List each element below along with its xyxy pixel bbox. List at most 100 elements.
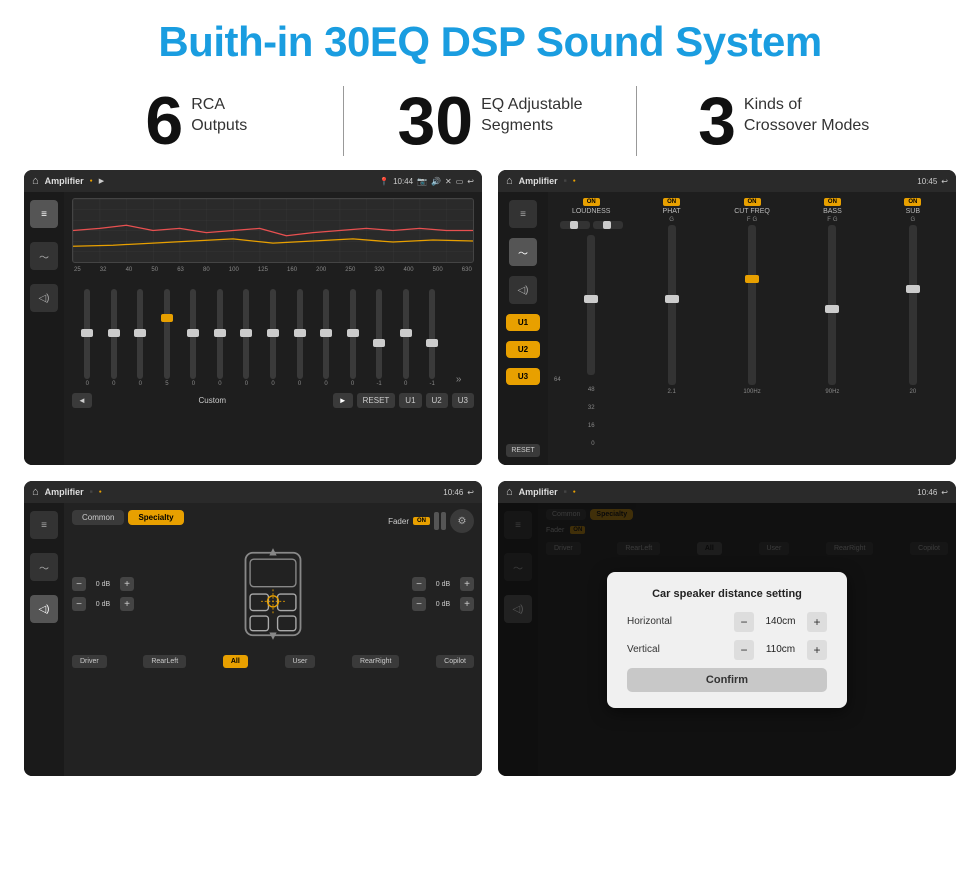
u2-btn[interactable]: U2 xyxy=(506,341,540,358)
eq-graph xyxy=(72,198,474,263)
plus-left2[interactable]: + xyxy=(120,597,134,611)
settings-icon-3[interactable]: ⚙ xyxy=(450,509,474,533)
btn-rearleft[interactable]: RearLeft xyxy=(143,655,186,668)
screen-dialog: ⌂ Amplifier ■ ● 10:46 ↩ ≡ 〜 ◁) Common Sp… xyxy=(498,481,956,776)
btn-driver[interactable]: Driver xyxy=(72,655,107,668)
eq-slider-6[interactable]: 0 xyxy=(233,289,260,387)
time-2: 10:45 xyxy=(917,177,937,186)
camera-icon-1: 📷 xyxy=(417,177,427,186)
time-1: 10:44 xyxy=(393,177,413,186)
topbar-dot2-3: ● xyxy=(99,489,102,495)
back-icon-2[interactable]: ↩ xyxy=(941,177,948,186)
eq-freq-labels: 253240506380100125160200250320400500630 xyxy=(72,267,474,273)
location-icon-1: 📍 xyxy=(379,177,389,186)
minus-left2[interactable]: − xyxy=(72,597,86,611)
screen2-content: ≡ 〜 ◁) U1 U2 U3 RESET ON LOUDNESS xyxy=(498,192,956,465)
tab-specialty[interactable]: Specialty xyxy=(128,510,183,525)
eq-slider-4[interactable]: 0 xyxy=(180,289,207,387)
dialog-horizontal-row: Horizontal − 140cm + xyxy=(627,612,827,632)
stat-divider-1 xyxy=(343,86,344,156)
screen-specialty: ⌂ Amplifier ■ ● 10:46 ↩ ≡ 〜 ◁) Common Sp… xyxy=(24,481,482,776)
s3-tabs: Common Specialty xyxy=(72,510,184,525)
eq-slider-7[interactable]: 0 xyxy=(260,289,287,387)
eq-u2-btn[interactable]: U2 xyxy=(426,393,448,408)
vertical-plus-btn[interactable]: + xyxy=(807,640,827,660)
wave-icon[interactable]: 〜 xyxy=(30,242,58,270)
ch-on-loudness[interactable]: ON xyxy=(583,198,600,206)
back-icon-4[interactable]: ↩ xyxy=(941,488,948,497)
eq-slider-0[interactable]: 0 xyxy=(74,289,101,387)
eq-icon-2[interactable]: ≡ xyxy=(509,200,537,228)
eq-slider-11[interactable]: -1 xyxy=(366,289,393,387)
btn-all[interactable]: All xyxy=(223,655,248,668)
eq-slider-9[interactable]: 0 xyxy=(313,289,340,387)
channel-phat: ON PHAT G 2.1 xyxy=(634,198,708,459)
ch-on-phat[interactable]: ON xyxy=(663,198,680,206)
eq-slider-3[interactable]: 5 xyxy=(154,289,181,387)
stat-divider-2 xyxy=(636,86,637,156)
eq-prev-btn[interactable]: ◄ xyxy=(72,393,92,408)
ch-on-sub[interactable]: ON xyxy=(904,198,921,206)
eq-u1-btn[interactable]: U1 xyxy=(399,393,421,408)
speaker-icon-2[interactable]: ◁) xyxy=(509,276,537,304)
tab-common[interactable]: Common xyxy=(72,510,124,525)
eq-icon-3[interactable]: ≡ xyxy=(30,511,58,539)
screen-amplifier: ⌂ Amplifier ■ ● 10:45 ↩ ≡ 〜 ◁) U1 U2 U3 … xyxy=(498,170,956,465)
eq-slider-12[interactable]: 0 xyxy=(392,289,419,387)
rect-icon-1: ▭ xyxy=(456,177,464,186)
eq-slider-10[interactable]: 0 xyxy=(339,289,366,387)
back-icon-3[interactable]: ↩ xyxy=(467,488,474,497)
eq-play-btn[interactable]: ► xyxy=(333,393,353,408)
stat-number-eq: 30 xyxy=(397,87,473,155)
topbar-title-1: Amplifier xyxy=(45,176,84,186)
u3-btn[interactable]: U3 xyxy=(506,368,540,385)
horizontal-minus-btn[interactable]: − xyxy=(734,612,754,632)
ch-label-phat: PHAT xyxy=(663,208,681,215)
plus-right2[interactable]: + xyxy=(460,597,474,611)
minus-right2[interactable]: − xyxy=(412,597,426,611)
plus-right1[interactable]: + xyxy=(460,577,474,591)
speaker-icon-3[interactable]: ◁) xyxy=(30,595,58,623)
topbar-icons-4: 10:46 ↩ xyxy=(917,488,948,497)
eq-slider-more[interactable]: » xyxy=(445,339,472,387)
home-icon-2[interactable]: ⌂ xyxy=(506,175,513,187)
u1-btn[interactable]: U1 xyxy=(506,314,540,331)
topbar-icons-2: 10:45 ↩ xyxy=(917,177,948,186)
topbar-3: ⌂ Amplifier ■ ● 10:46 ↩ xyxy=(24,481,482,503)
home-icon-4[interactable]: ⌂ xyxy=(506,486,513,498)
speaker-icon[interactable]: ◁) xyxy=(30,284,58,312)
eq-slider-8[interactable]: 0 xyxy=(286,289,313,387)
btn-rearright[interactable]: RearRight xyxy=(352,655,400,668)
eq-icon[interactable]: ≡ xyxy=(30,200,58,228)
vertical-minus-btn[interactable]: − xyxy=(734,640,754,660)
eq-u3-btn[interactable]: U3 xyxy=(452,393,474,408)
ch-on-bass[interactable]: ON xyxy=(824,198,841,206)
btn-user[interactable]: User xyxy=(285,655,316,668)
plus-left1[interactable]: + xyxy=(120,577,134,591)
back-icon-1[interactable]: ↩ xyxy=(467,177,474,186)
on-badge-fader[interactable]: ON xyxy=(413,517,430,525)
horizontal-plus-btn[interactable]: + xyxy=(807,612,827,632)
minus-right1[interactable]: − xyxy=(412,577,426,591)
minus-left1[interactable]: − xyxy=(72,577,86,591)
s2-channels: ON LOUDNESS 64 4832160 xyxy=(554,198,950,459)
stat-label-eq: EQ AdjustableSegments xyxy=(481,87,582,137)
wave-icon-3[interactable]: 〜 xyxy=(30,553,58,581)
reset-btn-s2[interactable]: RESET xyxy=(506,444,540,457)
home-icon-3[interactable]: ⌂ xyxy=(32,486,39,498)
topbar-dot-4: ■ xyxy=(564,489,567,495)
btn-copilot[interactable]: Copilot xyxy=(436,655,474,668)
wave-icon-2[interactable]: 〜 xyxy=(509,238,537,266)
vol-row-right2: − 0 dB + xyxy=(412,597,474,611)
stat-eq: 30 EQ AdjustableSegments xyxy=(354,87,627,155)
eq-slider-13[interactable]: -1 xyxy=(419,289,446,387)
ch-on-cutfreq[interactable]: ON xyxy=(744,198,761,206)
eq-slider-2[interactable]: 0 xyxy=(127,289,154,387)
topbar-icons-3: 10:46 ↩ xyxy=(443,488,474,497)
eq-reset-btn[interactable]: RESET xyxy=(357,393,396,408)
eq-slider-1[interactable]: 0 xyxy=(101,289,128,387)
dialog-horizontal-label: Horizontal xyxy=(627,616,672,627)
confirm-button[interactable]: Confirm xyxy=(627,668,827,692)
eq-slider-5[interactable]: 0 xyxy=(207,289,234,387)
home-icon-1[interactable]: ⌂ xyxy=(32,175,39,187)
